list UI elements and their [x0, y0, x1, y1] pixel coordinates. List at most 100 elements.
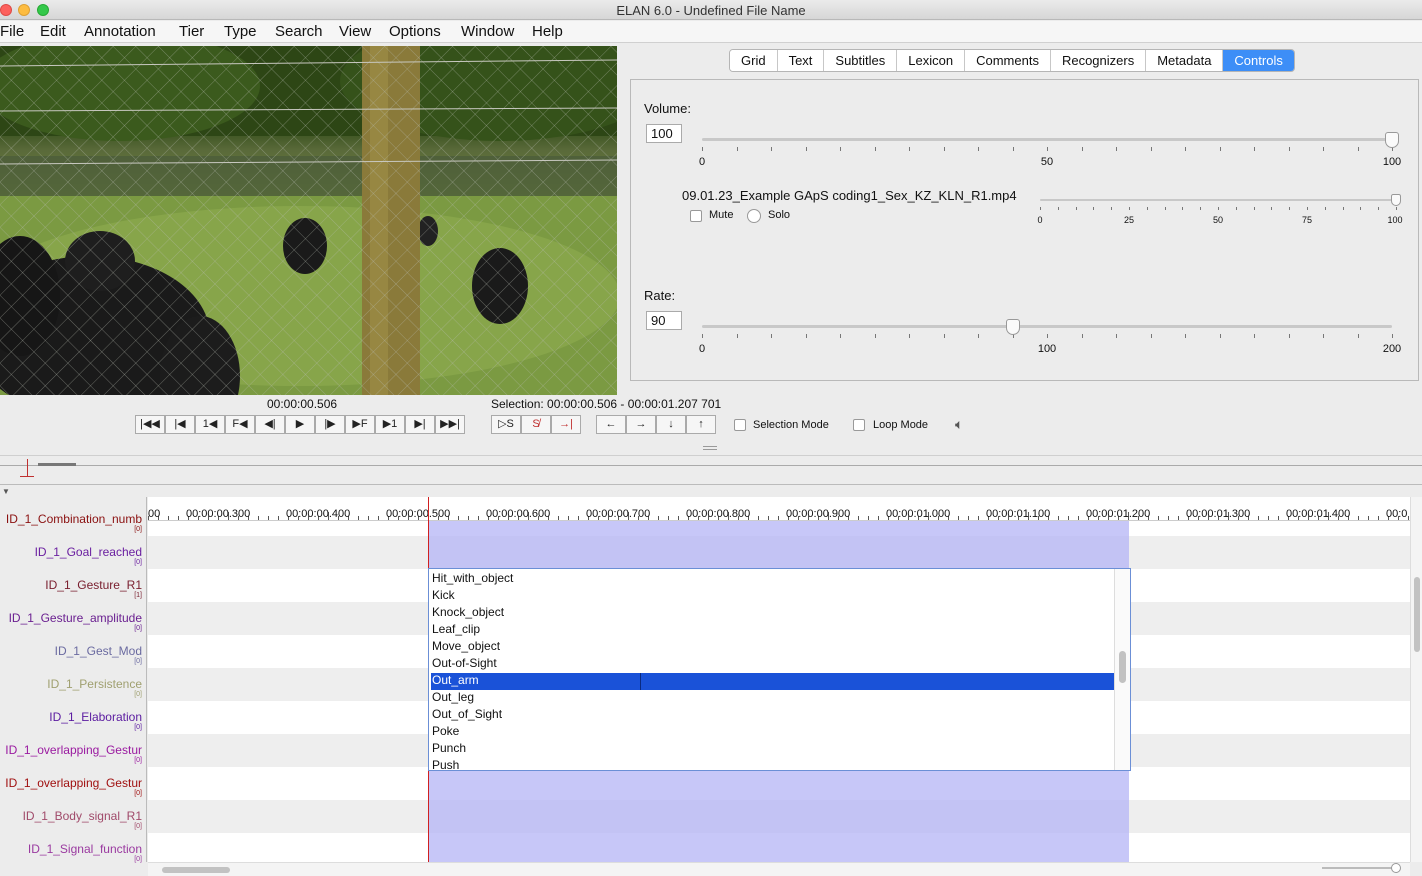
slider-tick — [1116, 334, 1117, 338]
tier-label[interactable]: ID_1_Gesture_R1 [1] — [0, 563, 147, 599]
ruler-tick — [1408, 516, 1409, 520]
menu-search[interactable]: Search — [275, 23, 323, 40]
list-item[interactable]: Punch — [431, 741, 1114, 758]
media-volume-thumb[interactable] — [1391, 194, 1401, 206]
list-item[interactable]: Out_of_Sight — [431, 707, 1114, 724]
previous-annotation-button[interactable]: ← — [596, 415, 626, 434]
backward-pixel-button[interactable]: ◀| — [255, 415, 285, 434]
tier-down-button[interactable]: ↓ — [656, 415, 686, 434]
ruler-tick — [678, 516, 679, 520]
list-item[interactable]: Out-of-Sight — [431, 656, 1114, 673]
tier-label[interactable]: ID_1_Gesture_amplitude [0] — [0, 596, 147, 632]
tier-label[interactable]: ID_1_Goal_reached [0] — [0, 530, 147, 566]
play-selection-button[interactable]: ▷S — [491, 415, 521, 434]
menu-view[interactable]: View — [339, 23, 371, 40]
rate-slider[interactable] — [702, 325, 1392, 328]
menu-help[interactable]: Help — [532, 23, 563, 40]
tier-label[interactable]: ID_1_overlapping_Gestur [0] — [0, 761, 147, 797]
slider-tick — [805, 334, 807, 338]
slider-tick — [1075, 207, 1077, 210]
go-to-end-button[interactable]: ▶▶| — [435, 415, 465, 434]
menu-edit[interactable]: Edit — [40, 23, 66, 40]
list-item[interactable]: Hit_with_object — [431, 571, 1114, 588]
rate-value-field[interactable]: 90 — [646, 311, 682, 330]
tab-subtitles[interactable]: Subtitles — [824, 50, 898, 71]
ruler-tick — [378, 516, 379, 520]
zoom-strip-marker[interactable] — [38, 463, 76, 466]
list-item[interactable]: Knock_object — [431, 605, 1114, 622]
zoom-slider-thumb[interactable] — [1391, 863, 1401, 873]
tier-label[interactable]: ID_1_Combination_numb [0] — [0, 497, 147, 533]
tab-text[interactable]: Text — [777, 50, 825, 71]
tier-label[interactable]: ID_1_Persistence [0] — [0, 662, 147, 698]
annotation-value-list[interactable]: Hit_with_object Kick Knock_object Leaf_c… — [428, 568, 1131, 771]
slider-tick — [702, 147, 703, 151]
slider-tick — [909, 334, 910, 338]
tab-grid[interactable]: Grid — [730, 50, 778, 71]
solo-radio[interactable] — [747, 209, 761, 223]
mute-label: Mute — [709, 209, 734, 221]
rate-slider-thumb[interactable] — [1005, 319, 1020, 335]
forward-pixel-button[interactable]: |▶ — [315, 415, 345, 434]
menu-window[interactable]: Window — [461, 23, 514, 40]
clear-selection-button[interactable]: S̸ — [521, 415, 551, 434]
menu-annotation[interactable]: Annotation — [84, 23, 156, 40]
selection-end-button[interactable]: →| — [551, 415, 581, 434]
tier-label[interactable]: ID_1_Body_signal_R1 [0] — [0, 794, 147, 830]
slider-tick — [1081, 334, 1083, 338]
slider-tick — [1111, 207, 1113, 210]
next-second-button[interactable]: ▶1 — [375, 415, 405, 434]
play-button[interactable]: ▶ — [285, 415, 315, 434]
menu-tier[interactable]: Tier — [179, 23, 204, 40]
backward-f-button[interactable]: F◀ — [225, 415, 255, 434]
list-item[interactable]: Poke — [431, 724, 1114, 741]
volume-slider[interactable] — [702, 138, 1392, 141]
list-item[interactable]: Kick — [431, 588, 1114, 605]
next-annotation-button[interactable]: → — [626, 415, 656, 434]
go-to-begin-button[interactable]: |◀◀ — [135, 415, 165, 434]
mute-checkbox[interactable] — [690, 210, 702, 222]
menu-file[interactable]: File — [0, 23, 24, 40]
tier-label[interactable]: ID_1_Elaboration [0] — [0, 695, 147, 731]
slider-tick — [702, 334, 703, 338]
volume-slider-thumb[interactable] — [1385, 132, 1399, 148]
tab-recognizers[interactable]: Recognizers — [1050, 50, 1147, 71]
tier-label[interactable]: ID_1_overlapping_Gestur [0] — [0, 728, 147, 764]
list-item[interactable]: Leaf_clip — [431, 622, 1114, 639]
media-volume-slider[interactable] — [1040, 199, 1396, 201]
video-viewer[interactable] — [0, 46, 617, 395]
list-item[interactable]: Out_leg — [431, 690, 1114, 707]
vertical-scrollbar-thumb[interactable] — [1414, 577, 1420, 652]
tier-up-button[interactable]: ↑ — [686, 415, 716, 434]
previous-second-button[interactable]: 1◀ — [195, 415, 225, 434]
volume-value-field[interactable]: 100 — [646, 124, 682, 143]
menu-options[interactable]: Options — [389, 23, 441, 40]
tab-controls[interactable]: Controls — [1223, 50, 1294, 71]
previous-frame-button[interactable]: |◀ — [165, 415, 195, 434]
list-scrollbar-thumb[interactable] — [1119, 651, 1126, 683]
tab-metadata[interactable]: Metadata — [1146, 50, 1224, 71]
tier-label[interactable]: ID_1_Gest_Mod [0] — [0, 629, 147, 665]
timeline-vertical-scrollbar[interactable] — [1410, 497, 1422, 862]
tab-comments[interactable]: Comments — [965, 50, 1051, 71]
speaker-icon[interactable]: 🔈︎ — [955, 416, 963, 433]
forward-f-button[interactable]: ▶F — [345, 415, 375, 434]
ruler-tick — [968, 516, 969, 520]
zoom-slider[interactable] — [1322, 867, 1397, 869]
slider-tick — [909, 147, 910, 151]
list-item-selected[interactable]: Out_arm — [431, 673, 1114, 690]
list-scrollbar[interactable] — [1114, 569, 1130, 770]
horizontal-scrollbar-thumb[interactable] — [162, 867, 230, 873]
panel-divider-grip[interactable] — [703, 446, 717, 450]
tier-label[interactable]: ID_1_Signal_function [0] — [0, 827, 147, 863]
menu-type[interactable]: Type — [224, 23, 257, 40]
list-item[interactable]: Move_object — [431, 639, 1114, 656]
selection-mode-checkbox[interactable] — [734, 419, 746, 431]
list-item[interactable]: Push — [431, 758, 1114, 770]
loop-mode-checkbox[interactable] — [853, 419, 865, 431]
timeline-horizontal-scrollbar[interactable] — [148, 862, 1410, 876]
tab-lexicon[interactable]: Lexicon — [897, 50, 966, 71]
collapse-arrow-icon[interactable]: ▼ — [2, 487, 10, 496]
time-ruler[interactable]: 00 00:00:00.300 00:00:00.400 00:00:00.50… — [148, 497, 1410, 521]
next-frame-button[interactable]: ▶| — [405, 415, 435, 434]
